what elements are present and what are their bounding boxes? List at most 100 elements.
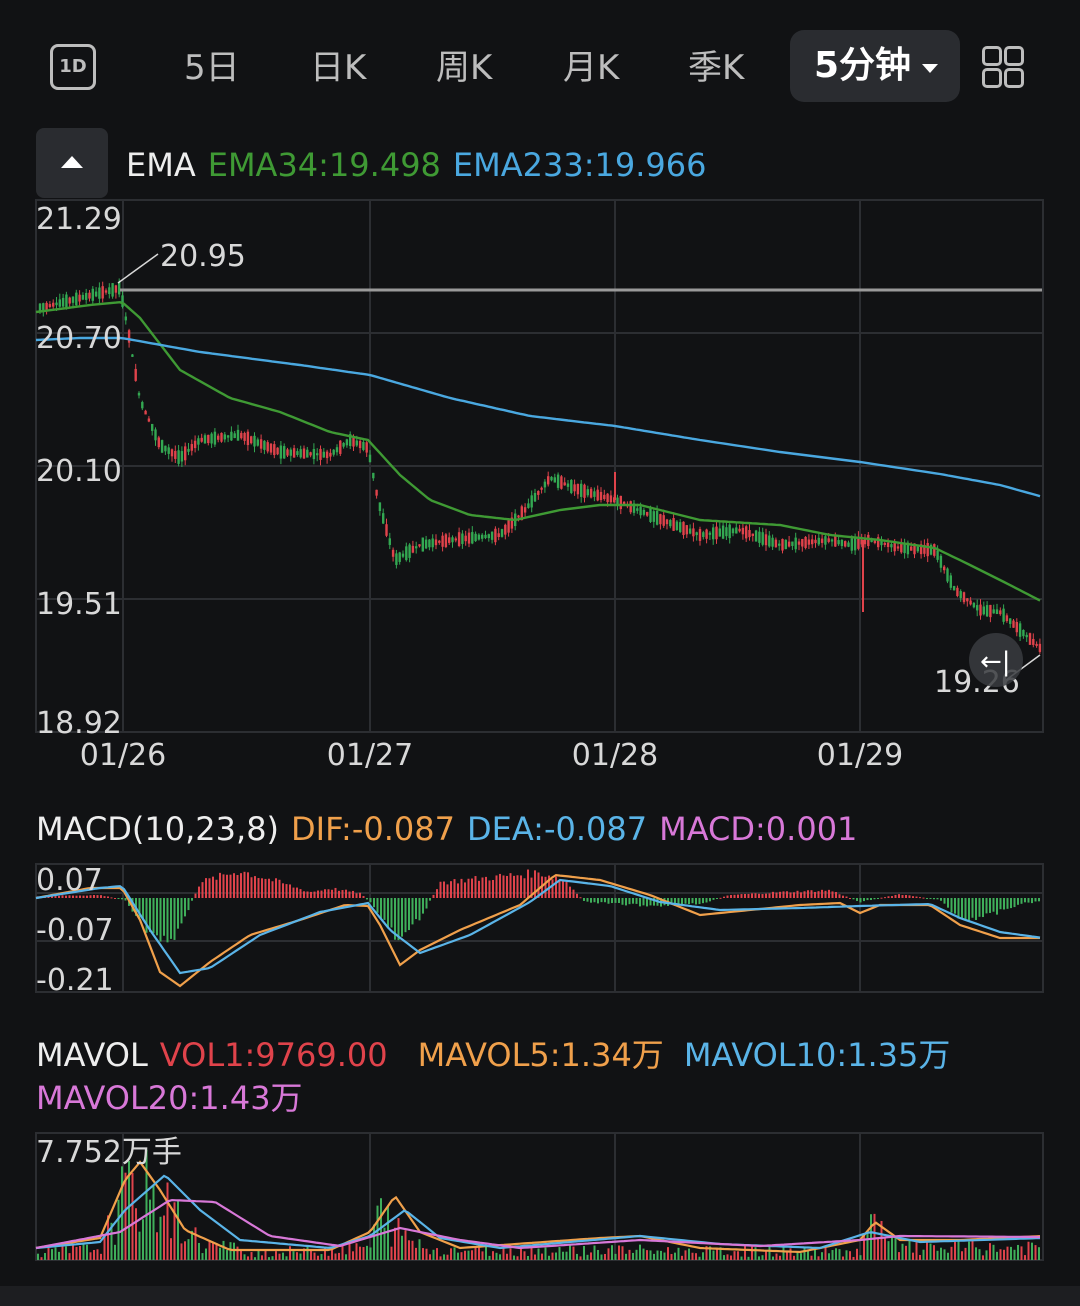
candle-body [959, 591, 962, 599]
volume-bar [824, 1246, 827, 1260]
candle-body [197, 438, 200, 445]
macd-bar [716, 898, 718, 899]
macd-bar [114, 898, 116, 899]
candle-body [431, 538, 434, 548]
macd-bar [971, 898, 974, 918]
volume-bar [639, 1244, 641, 1260]
x-tick: 01/26 [80, 738, 166, 773]
macd-bar [187, 898, 190, 911]
candle-body [814, 539, 817, 544]
macd-bar [327, 889, 330, 898]
candle-body [75, 292, 78, 306]
macd-bar [796, 890, 799, 898]
volume-bar [229, 1242, 232, 1260]
candle-body [141, 402, 144, 409]
candle-body [101, 286, 104, 299]
macd-bar [702, 898, 704, 904]
volume-bar [982, 1255, 984, 1260]
volume-bar [887, 1241, 890, 1260]
macd-bar [450, 881, 452, 898]
candle-body [124, 316, 127, 321]
macd-bar [569, 886, 571, 898]
volume-bar [660, 1250, 662, 1260]
candle-body [741, 527, 745, 535]
volume-bar [926, 1240, 928, 1260]
candle-body [127, 330, 131, 343]
volume-bar [124, 1172, 127, 1260]
volume-bar [758, 1256, 760, 1260]
macd-bar [691, 898, 694, 904]
macd-bar [485, 876, 487, 898]
candle-body [688, 528, 692, 534]
macd-bar [404, 898, 407, 933]
candle-body [910, 546, 913, 551]
volume-bar [859, 1255, 862, 1260]
candle-body [457, 532, 461, 546]
candle-body [956, 587, 959, 597]
macd-bar [488, 880, 491, 898]
macd-bar [719, 897, 722, 899]
volume-bar [1034, 1245, 1037, 1260]
volume-bar [212, 1241, 214, 1260]
macd-bar [355, 893, 358, 898]
candle-body [108, 287, 111, 295]
volume-bar [978, 1249, 981, 1260]
candle-body [939, 555, 943, 568]
volume-bar [257, 1251, 260, 1260]
macd-bar [583, 898, 585, 901]
macd-bar [1006, 898, 1009, 909]
volume-bar [411, 1240, 414, 1260]
volume-bar [961, 1251, 963, 1260]
macd-bar [866, 898, 869, 901]
volume-bar [40, 1257, 43, 1260]
chart-canvas[interactable]: 21.29 20.70 20.10 19.51 18.9201/26 01/27 01/28… [0, 0, 1080, 1306]
macd-bar [124, 898, 127, 901]
candle-body [438, 540, 441, 543]
candle-body [547, 476, 550, 485]
volume-bar [93, 1249, 95, 1260]
candle-body [490, 531, 494, 540]
macd-bar [121, 898, 123, 900]
candle-body [801, 538, 804, 547]
volume-bar [1038, 1247, 1040, 1260]
macd-bar [639, 898, 641, 907]
volume-bar [684, 1250, 687, 1260]
volume-bar [723, 1255, 725, 1260]
macd-bar [229, 874, 232, 898]
volume-bar [929, 1243, 932, 1260]
main-y-tick: 18.92 [36, 706, 122, 741]
candle-body [725, 527, 728, 537]
volume-bar [450, 1248, 452, 1260]
candle-body [603, 494, 606, 500]
volume-bar [572, 1246, 575, 1260]
candle-body [484, 534, 487, 539]
macd-bar [961, 898, 963, 919]
macd-bar [324, 889, 326, 898]
candle-body [553, 477, 556, 483]
candle-body [292, 448, 296, 458]
macd-bar [212, 876, 214, 898]
candle-body [94, 291, 98, 297]
macd-bar [250, 877, 253, 898]
mavol20-line [35, 1198, 1040, 1250]
volume-bar [975, 1247, 977, 1260]
volume-bar [765, 1250, 767, 1260]
macd-bar [103, 896, 106, 898]
volume-bar [877, 1238, 879, 1260]
candle-body [556, 474, 560, 488]
volume-bar [989, 1243, 991, 1260]
candle-body [735, 527, 738, 534]
volume-bar [285, 1256, 288, 1260]
volume-bar [177, 1201, 179, 1260]
volume-bar [331, 1249, 333, 1260]
macd-bar [880, 897, 883, 899]
volume-bar [670, 1253, 673, 1260]
volume-bar [429, 1254, 431, 1260]
macd-bar [863, 898, 865, 902]
candle-body [804, 536, 807, 548]
candle-body [695, 532, 698, 536]
macd-bar [243, 871, 246, 898]
macd-bar [1034, 898, 1037, 902]
candle-body [646, 511, 649, 516]
candle-body [312, 449, 316, 460]
